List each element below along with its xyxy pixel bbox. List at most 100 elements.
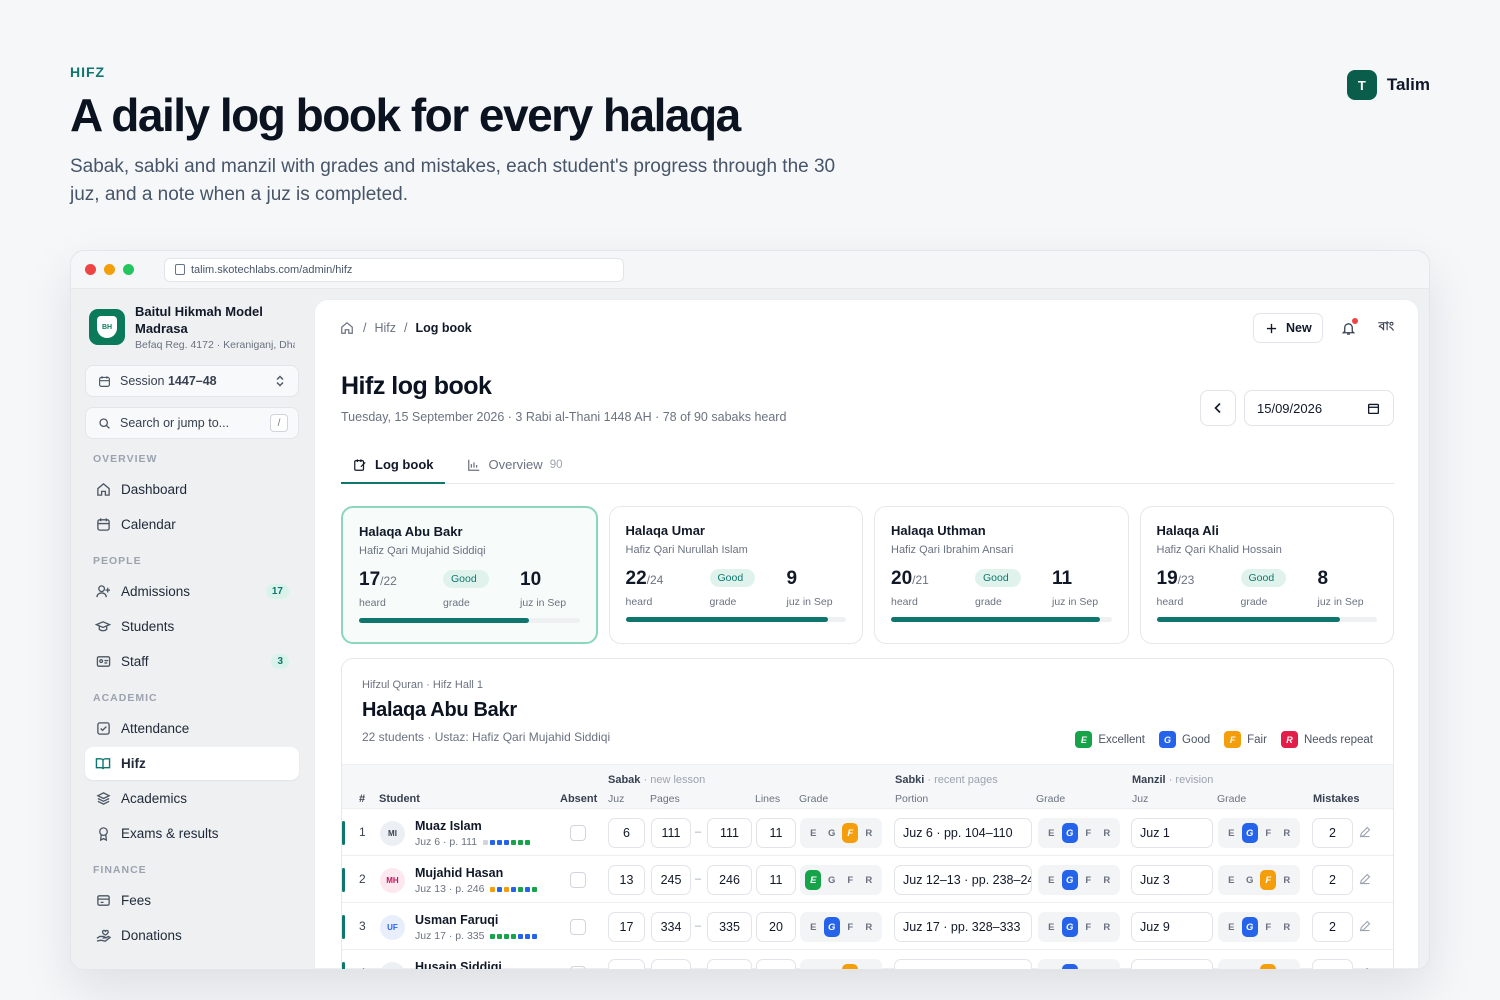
grade-option-e[interactable]: E <box>1043 870 1059 890</box>
student-name[interactable]: Muaz Islam <box>415 819 482 833</box>
sabak-grade-selector[interactable]: EGFR <box>800 818 882 848</box>
grade-option-g[interactable]: G <box>1061 964 1078 969</box>
grade-option-g[interactable]: G <box>824 823 840 843</box>
grade-option-f[interactable]: F <box>1260 964 1277 969</box>
grade-option-r[interactable]: R <box>1279 870 1295 890</box>
date-input[interactable]: 15/09/2026 <box>1244 390 1394 426</box>
sabak-lines-input[interactable]: 20 <box>756 912 796 942</box>
student-name[interactable]: Husain Siddiqi <box>415 960 502 969</box>
grade-option-e[interactable]: E <box>805 917 821 937</box>
prev-day-button[interactable] <box>1200 390 1236 426</box>
sidebar-item-exams[interactable]: Exams & results <box>85 817 299 850</box>
sabki-grade-selector[interactable]: EGFR <box>1038 912 1120 942</box>
sabak-lines-input[interactable] <box>756 959 796 969</box>
grade-option-f[interactable]: F <box>842 823 859 843</box>
mistakes-input[interactable]: 2 <box>1312 865 1353 895</box>
manzil-grade-selector[interactable]: EGFR <box>1218 818 1300 848</box>
manzil-grade-selector[interactable]: EGFR <box>1218 959 1300 970</box>
pencil-icon[interactable] <box>1359 825 1371 843</box>
mistakes-input[interactable]: 2 <box>1312 818 1353 848</box>
sabki-portion-input[interactable]: Juz 6 · pp. 104–110 <box>894 818 1032 848</box>
mistakes-input[interactable]: 2 <box>1312 912 1353 942</box>
sidebar-item-academics[interactable]: Academics <box>85 782 299 815</box>
sabak-grade-selector[interactable]: EGFR <box>800 865 882 895</box>
sidebar-item-students[interactable]: Students <box>85 610 299 643</box>
grade-option-e[interactable]: E <box>805 870 822 890</box>
grade-option-f[interactable]: F <box>1080 823 1096 843</box>
grade-option-r[interactable]: R <box>1279 917 1295 937</box>
halaqa-card[interactable]: Halaqa Ali Hafiz Qari Khalid Hossain 19/23… <box>1139 506 1394 644</box>
minimize-dot[interactable] <box>104 264 115 275</box>
grade-option-f[interactable]: F <box>1080 964 1096 970</box>
grade-option-g[interactable]: G <box>1242 964 1258 970</box>
pencil-icon[interactable] <box>1359 872 1371 890</box>
manzil-juz-input[interactable]: Juz 3 <box>1131 865 1213 895</box>
grade-option-r[interactable]: R <box>861 917 877 937</box>
grade-option-g[interactable]: G <box>1061 823 1078 843</box>
sidebar-item-staff[interactable]: Staff 3 <box>85 645 299 678</box>
org-header[interactable]: BH Baitul Hikmah Model Madrasa Befaq Reg… <box>89 303 299 351</box>
grade-option-g[interactable]: G <box>1242 870 1258 890</box>
manzil-grade-selector[interactable]: EGFR <box>1218 865 1300 895</box>
absent-checkbox[interactable] <box>570 825 586 841</box>
student-name[interactable]: Mujahid Hasan <box>415 866 503 880</box>
sabki-portion-input[interactable]: Juz 17 · pp. 328–333 <box>894 912 1032 942</box>
language-toggle[interactable]: বাং <box>1379 318 1394 338</box>
grade-option-e[interactable]: E <box>1043 964 1059 970</box>
absent-checkbox[interactable] <box>570 872 586 888</box>
manzil-juz-input[interactable]: Juz 9 <box>1131 912 1213 942</box>
grade-option-r[interactable]: R <box>1279 964 1295 970</box>
close-dot[interactable] <box>85 264 96 275</box>
grade-option-r[interactable]: R <box>1279 823 1295 843</box>
grade-option-r[interactable]: R <box>1099 917 1115 937</box>
grade-option-e[interactable]: E <box>805 964 821 970</box>
sabak-lines-input[interactable]: 11 <box>756 865 796 895</box>
grade-option-f[interactable]: F <box>1260 823 1276 843</box>
grade-option-e[interactable]: E <box>1223 964 1239 970</box>
new-button[interactable]: New <box>1252 313 1323 343</box>
sidebar-item-fees[interactable]: Fees <box>85 884 299 917</box>
halaqa-card[interactable]: Halaqa Umar Hafiz Qari Nurullah Islam 22/2… <box>608 506 863 644</box>
sabki-grade-selector[interactable]: EGFR <box>1038 959 1120 970</box>
sidebar-item-attendance[interactable]: Attendance <box>85 712 299 745</box>
grade-option-e[interactable]: E <box>805 823 821 843</box>
grade-option-e[interactable]: E <box>1043 823 1059 843</box>
absent-checkbox[interactable] <box>570 919 586 935</box>
mistakes-input[interactable] <box>1312 959 1353 969</box>
sabak-juz-input[interactable] <box>608 959 645 969</box>
notifications-button[interactable] <box>1339 318 1359 338</box>
home-icon[interactable] <box>339 320 355 336</box>
sabak-juz-input[interactable]: 17 <box>608 912 645 942</box>
grade-option-g[interactable]: G <box>1241 917 1258 937</box>
grade-option-f[interactable]: F <box>1080 870 1096 890</box>
sabak-juz-input[interactable]: 13 <box>608 865 645 895</box>
pencil-icon[interactable] <box>1359 966 1371 969</box>
grade-option-f[interactable]: F <box>842 870 858 890</box>
sabak-page-from-input[interactable]: 111 <box>651 818 691 848</box>
grade-option-r[interactable]: R <box>1099 823 1115 843</box>
url-bar[interactable]: talim.skotechlabs.com/admin/hifz <box>164 257 624 282</box>
grade-option-e[interactable]: E <box>1223 917 1239 937</box>
sabak-page-to-input[interactable]: 335 <box>707 912 752 942</box>
sidebar-item-donations[interactable]: Donations <box>85 919 299 952</box>
sabak-page-to-input[interactable] <box>707 959 752 969</box>
grade-option-f[interactable]: F <box>842 964 859 969</box>
sabak-page-to-input[interactable]: 111 <box>707 818 752 848</box>
sidebar-item-admissions[interactable]: Admissions 17 <box>85 575 299 608</box>
breadcrumb-parent[interactable]: Hifz <box>374 321 396 335</box>
grade-option-g[interactable]: G <box>1061 917 1078 937</box>
sidebar-item-dashboard[interactable]: Dashboard <box>85 473 299 506</box>
session-selector[interactable]: Session 1447–48 <box>85 365 299 397</box>
sabak-lines-input[interactable]: 11 <box>756 818 796 848</box>
sidebar-item-hifz[interactable]: Hifz <box>85 747 299 780</box>
grade-option-g[interactable]: G <box>1061 870 1078 890</box>
sabak-juz-input[interactable]: 6 <box>608 818 645 848</box>
sabak-page-from-input[interactable]: 245 <box>651 865 691 895</box>
grade-option-g[interactable]: G <box>1241 823 1258 843</box>
grade-option-r[interactable]: R <box>861 964 877 970</box>
sabak-page-from-input[interactable]: 334 <box>651 912 691 942</box>
sabki-grade-selector[interactable]: EGFR <box>1038 818 1120 848</box>
sabak-grade-selector[interactable]: EGFR <box>800 912 882 942</box>
grade-option-g[interactable]: G <box>823 917 840 937</box>
manzil-juz-input[interactable]: Juz 1 <box>1131 818 1213 848</box>
